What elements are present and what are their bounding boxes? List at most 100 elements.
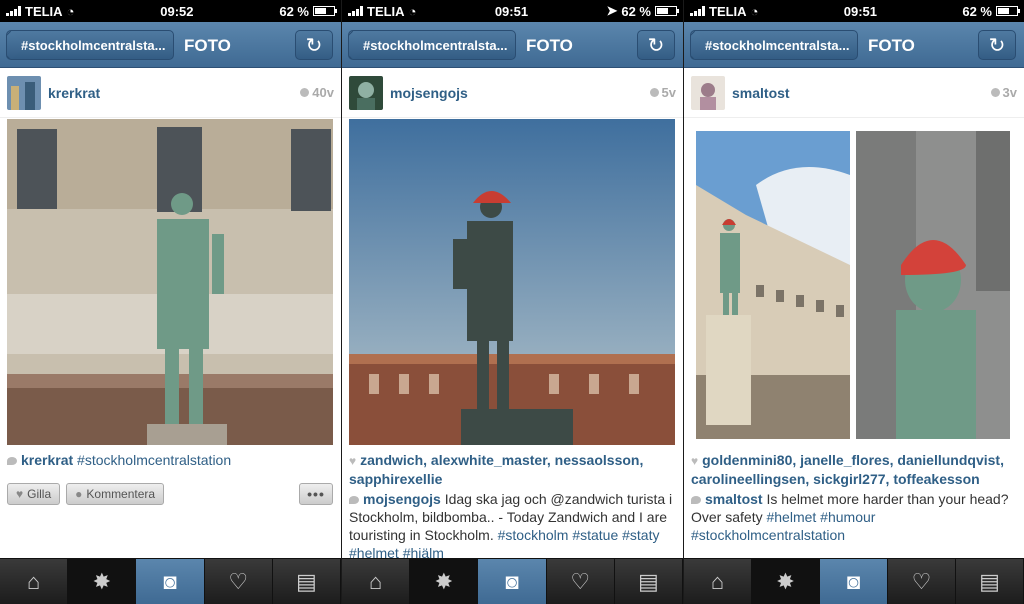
tab-explore[interactable]: ✸ (410, 559, 479, 604)
post-time: 40v (300, 85, 334, 100)
comment-icon (691, 496, 701, 504)
refresh-button[interactable]: ↻ (978, 30, 1016, 60)
likes-line: ♥ zandwich, alexwhite_master, nessaolsson… (349, 451, 677, 488)
clock-icon (649, 88, 659, 97)
post-header: mojsengojs 5v (342, 68, 683, 118)
news-icon: ♡ (911, 568, 932, 594)
tab-home[interactable]: ⌂ (684, 559, 752, 604)
tab-bar: ⌂ ✸ ◙ ♡ ▤ (0, 558, 341, 604)
refresh-icon: ↻ (988, 34, 1006, 57)
battery-icon (313, 6, 337, 16)
page-title: FOTO (184, 36, 231, 55)
status-bar: TELIA ◔ 09:52 62 % (0, 0, 341, 22)
clock: 09:51 (494, 3, 529, 19)
avatar[interactable] (7, 75, 41, 110)
nav-bar: #stockholmcentralsta... FOTO ↻ (0, 22, 341, 68)
tab-news[interactable]: ♡ (547, 559, 615, 604)
tab-camera[interactable]: ◙ (136, 559, 205, 604)
post-photo[interactable] (349, 119, 675, 445)
like-button[interactable]: ♥ Gilla (7, 483, 61, 505)
back-button[interactable]: #stockholmcentralsta... (6, 30, 174, 60)
tab-news[interactable]: ♡ (205, 559, 273, 604)
username[interactable]: smaltost (732, 85, 991, 101)
refresh-icon: ↻ (305, 34, 323, 57)
tab-bar: ⌂ ✸ ◙ ♡ ▤ (684, 558, 1024, 604)
screen-left: TELIA ◔ 09:52 62 % #stockholmcentralsta.… (0, 0, 341, 604)
refresh-button[interactable]: ↻ (295, 30, 333, 60)
status-bar: TELIA ◔ 09:51 62 % (684, 0, 1024, 22)
tab-explore[interactable]: ✸ (68, 559, 137, 604)
tab-home[interactable]: ⌂ (0, 559, 69, 604)
wifi-icon: ◔ (750, 3, 759, 19)
carrier: TELIA (709, 3, 747, 19)
clock: 09:52 (160, 3, 194, 19)
caption-username[interactable]: mojsengojs (363, 491, 441, 507)
carrier: TELIA (25, 3, 63, 19)
tab-camera[interactable]: ◙ (478, 559, 547, 604)
camera-icon: ◙ (163, 568, 177, 594)
avatar[interactable] (691, 75, 725, 110)
battery-percent: 62 % (621, 3, 651, 19)
post-time: 3v (990, 85, 1017, 100)
tab-profile[interactable]: ▤ (273, 559, 341, 604)
back-button[interactable]: #stockholmcentralsta... (690, 30, 858, 60)
feed[interactable]: krerkrat 40v krerkrat #stockholmcentrals (0, 68, 341, 558)
caption-username[interactable]: krerkrat (21, 452, 73, 468)
heart-icon: ♥ (691, 454, 699, 468)
comment-icon (7, 457, 17, 465)
caption-username[interactable]: smaltost (705, 491, 763, 507)
signal-icon (6, 6, 21, 16)
feed[interactable]: mojsengojs 5v ♥ zandwich, alexwhite_maste… (342, 68, 683, 558)
tab-explore[interactable]: ✸ (752, 559, 820, 604)
clock-icon (300, 88, 310, 97)
explore-icon: ✸ (92, 568, 112, 594)
profile-icon: ▤ (296, 568, 317, 594)
wifi-icon: ◔ (66, 3, 75, 19)
profile-icon: ▤ (638, 568, 659, 594)
nav-bar: #stockholmcentralsta... FOTO ↻ (684, 22, 1024, 68)
status-bar: TELIA ◔ 09:51 ➤ 62 % (342, 0, 683, 22)
refresh-icon: ↻ (647, 34, 665, 57)
tab-profile[interactable]: ▤ (615, 559, 683, 604)
carrier: TELIA (367, 3, 405, 19)
screen-middle: TELIA ◔ 09:51 ➤ 62 % #stockholmcentralst… (342, 0, 683, 604)
tab-news[interactable]: ♡ (888, 559, 956, 604)
nav-bar: #stockholmcentralsta... FOTO ↻ (342, 22, 683, 68)
post-photo[interactable] (696, 119, 1010, 445)
camera-icon: ◙ (505, 568, 519, 594)
post-header: krerkrat 40v (0, 68, 341, 118)
tab-profile[interactable]: ▤ (956, 559, 1024, 604)
home-icon: ⌂ (710, 568, 725, 594)
battery-percent: 62 % (279, 3, 309, 19)
avatar[interactable] (349, 75, 383, 110)
location-icon: ➤ (606, 3, 618, 18)
back-button[interactable]: #stockholmcentralsta... (348, 30, 516, 60)
heart-icon: ♥ (16, 487, 24, 501)
battery-icon (655, 6, 679, 16)
heart-icon: ♥ (349, 454, 357, 468)
likers[interactable]: goldenmini80, janelle_flores, daniellund… (691, 452, 1004, 487)
caption: ♥ goldenmini80, janelle_flores, daniellun… (691, 451, 1018, 544)
caption-hashtag[interactable]: #stockholmcentralstation (77, 452, 231, 468)
screen-right: TELIA ◔ 09:51 62 % #stockholmcentralsta.… (684, 0, 1024, 604)
comment-button[interactable]: ● Kommentera (66, 483, 165, 505)
tab-bar: ⌂ ✸ ◙ ♡ ▤ (342, 558, 683, 604)
caption: ♥ zandwich, alexwhite_master, nessaolsson… (349, 451, 677, 558)
tab-home[interactable]: ⌂ (342, 559, 411, 604)
battery-icon (996, 6, 1020, 16)
news-icon: ♡ (228, 568, 249, 594)
feed[interactable]: smaltost 3v ♥ goldenmini80, janelle_flore… (684, 68, 1024, 558)
comment-icon (349, 496, 359, 504)
comment-line: smaltost Is helmet more harder than your… (691, 490, 1018, 544)
tab-camera[interactable]: ◙ (820, 559, 888, 604)
post-photo[interactable] (7, 119, 333, 445)
username[interactable]: mojsengojs (390, 85, 650, 101)
likers[interactable]: zandwich, alexwhite_master, nessaolsson,… (349, 452, 643, 487)
more-button[interactable]: ••• (299, 483, 333, 505)
news-icon: ♡ (570, 568, 591, 594)
post-actions: ♥ Gilla ● Kommentera ••• (7, 483, 333, 505)
page-title: FOTO (526, 36, 573, 55)
refresh-button[interactable]: ↻ (637, 30, 675, 60)
username[interactable]: krerkrat (48, 85, 300, 101)
clock-icon (990, 88, 1000, 97)
